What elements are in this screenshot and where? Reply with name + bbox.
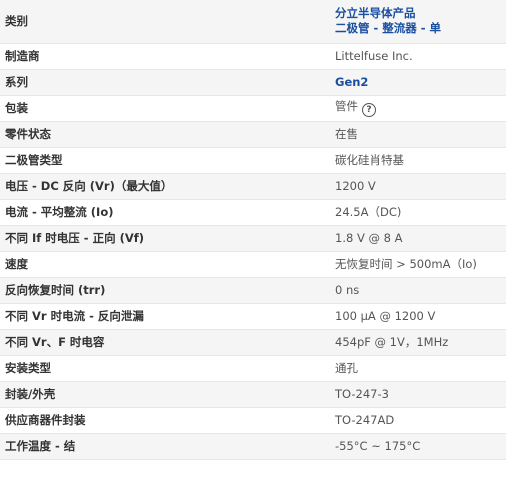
table-row-operating-temp: 工作温度 - 结 -55°C ~ 175°C <box>0 433 506 459</box>
row-label: 电流 - 平均整流 (Io) <box>0 199 329 225</box>
table-row-diode-type: 二极管类型 碳化硅肖特基 <box>0 147 506 173</box>
row-value: 通孔 <box>329 355 506 381</box>
row-value: Gen2 <box>329 69 506 95</box>
category-value: 分立半导体产品 二极管 - 整流器 - 单 <box>329 0 506 43</box>
table-row-mounting-type: 安装类型 通孔 <box>0 355 506 381</box>
row-value: 100 µA @ 1200 V <box>329 303 506 329</box>
row-label: 反向恢复时间 (trr) <box>0 277 329 303</box>
row-label: 不同 If 时电压 - 正向 (Vf) <box>0 225 329 251</box>
row-value: 1.8 V @ 8 A <box>329 225 506 251</box>
table-row-reverse-recovery: 反向恢复时间 (trr) 0 ns <box>0 277 506 303</box>
category-link-discrete[interactable]: 分立半导体产品 <box>335 6 416 20</box>
table-row-manufacturer: 制造商 Littelfuse Inc. <box>0 43 506 69</box>
spec-table: 类别 分立半导体产品 二极管 - 整流器 - 单 制造商 Littelfuse … <box>0 0 506 460</box>
row-value: 24.5A（DC) <box>329 199 506 225</box>
row-label: 系列 <box>0 69 329 95</box>
row-value: TO-247AD <box>329 407 506 433</box>
row-label: 封装/外壳 <box>0 381 329 407</box>
table-row-series: 系列 Gen2 <box>0 69 506 95</box>
row-value: 在售 <box>329 121 506 147</box>
table-row-packaging: 包装 管件? <box>0 95 506 121</box>
series-link[interactable]: Gen2 <box>335 75 368 89</box>
table-row-supplier-package: 供应商器件封装 TO-247AD <box>0 407 506 433</box>
table-row-part-status: 零件状态 在售 <box>0 121 506 147</box>
row-label: 不同 Vr、F 时电容 <box>0 329 329 355</box>
table-row-reverse-voltage: 电压 - DC 反向 (Vr)（最大值） 1200 V <box>0 173 506 199</box>
row-value: TO-247-3 <box>329 381 506 407</box>
table-row-leakage-current: 不同 Vr 时电流 - 反向泄漏 100 µA @ 1200 V <box>0 303 506 329</box>
table-row-capacitance: 不同 Vr、F 时电容 454pF @ 1V，1MHz <box>0 329 506 355</box>
table-row-rectified-current: 电流 - 平均整流 (Io) 24.5A（DC) <box>0 199 506 225</box>
row-label: 不同 Vr 时电流 - 反向泄漏 <box>0 303 329 329</box>
row-value: 无恢复时间 > 500mA（Io) <box>329 251 506 277</box>
row-value: 0 ns <box>329 277 506 303</box>
row-label: 包装 <box>0 95 329 121</box>
row-label: 工作温度 - 结 <box>0 433 329 459</box>
table-row-category: 类别 分立半导体产品 二极管 - 整流器 - 单 <box>0 0 506 43</box>
row-value: 454pF @ 1V，1MHz <box>329 329 506 355</box>
category-link-rectifiers[interactable]: 二极管 - 整流器 - 单 <box>335 21 441 35</box>
table-row-speed: 速度 无恢复时间 > 500mA（Io) <box>0 251 506 277</box>
table-row-package-case: 封装/外壳 TO-247-3 <box>0 381 506 407</box>
row-label: 电压 - DC 反向 (Vr)（最大值） <box>0 173 329 199</box>
row-label: 制造商 <box>0 43 329 69</box>
row-value: 管件? <box>329 95 506 121</box>
category-label: 类别 <box>0 0 329 43</box>
table-row-forward-voltage: 不同 If 时电压 - 正向 (Vf) 1.8 V @ 8 A <box>0 225 506 251</box>
row-value: Littelfuse Inc. <box>329 43 506 69</box>
question-circle-icon[interactable]: ? <box>362 103 376 117</box>
row-value: 1200 V <box>329 173 506 199</box>
row-label: 供应商器件封装 <box>0 407 329 433</box>
row-value: -55°C ~ 175°C <box>329 433 506 459</box>
row-label: 安装类型 <box>0 355 329 381</box>
row-label: 二极管类型 <box>0 147 329 173</box>
row-label: 速度 <box>0 251 329 277</box>
packaging-value: 管件 <box>335 99 358 113</box>
row-value: 碳化硅肖特基 <box>329 147 506 173</box>
row-label: 零件状态 <box>0 121 329 147</box>
